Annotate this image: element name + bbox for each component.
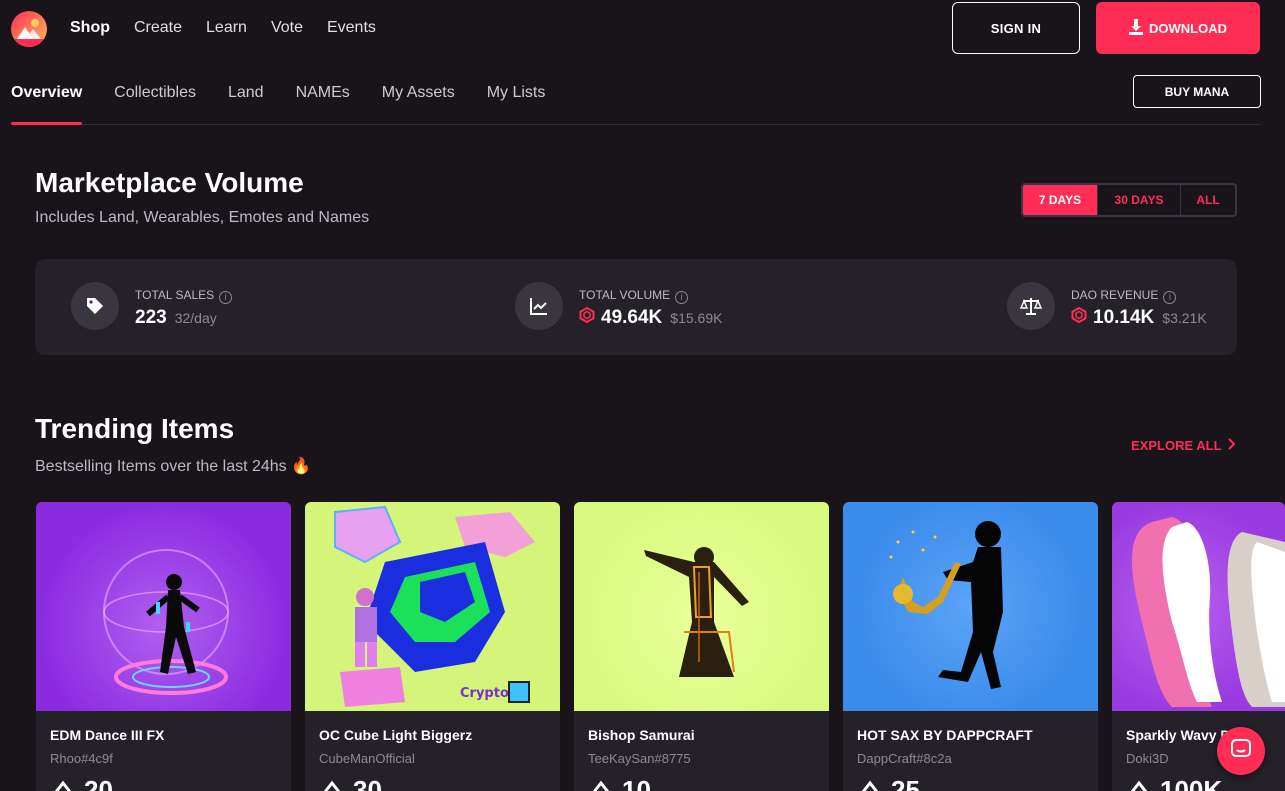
item-creator: CubeManOfficial [319,751,415,766]
marketplace-volume-title: Marketplace Volume [35,167,304,198]
item-name: Sparkly Wavy Pi [1126,727,1234,743]
tab-my-assets[interactable]: My Assets [382,82,455,104]
nav-vote[interactable]: Vote [271,18,303,38]
buy-mana-button[interactable]: BUY MANA [1133,75,1261,108]
item-price: 10 [622,775,651,791]
info-icon[interactable]: i [219,291,233,304]
tag-icon [71,282,119,330]
item-creator: TeeKaySan#8775 [588,751,691,766]
item-creator: DappCraft#8c2a [857,751,952,766]
chart-up-icon [515,282,563,330]
stat-subvalue: $15.69K [670,310,723,326]
info-icon[interactable]: i [1163,291,1177,304]
tabs-divider [11,124,1261,125]
stat-subvalue: $3.21K [1162,310,1207,326]
item-thumbnail [574,502,829,711]
stat-value: 223 [135,307,167,328]
tab-collectibles[interactable]: Collectibles [114,82,196,104]
mana-icon [588,775,614,791]
nav-learn[interactable]: Learn [206,18,247,38]
decentraland-logo[interactable] [11,11,47,47]
item-creator: Doki3D [1126,751,1169,766]
item-name: Bishop Samurai [588,727,695,743]
stat-subvalue: 32/day [174,310,217,326]
item-price: 20 [84,775,113,791]
active-tab-indicator [11,122,82,125]
main-nav: Shop Create Learn Vote Events [70,18,400,38]
item-thumbnail [843,502,1098,711]
nav-create[interactable]: Create [134,18,182,38]
marketplace-tabs: Overview Collectibles Land NAMEs My Asse… [11,82,577,104]
mana-icon [319,775,345,791]
trending-items-title: Trending Items [35,413,235,444]
nav-shop[interactable]: Shop [70,18,110,38]
range-30-days[interactable]: 30 DAYS [1098,185,1181,215]
chevron-right-icon [1227,438,1236,453]
mana-icon [579,306,595,329]
stat-label: TOTAL VOLUME [579,288,671,302]
stat-label: DAO REVENUE [1071,288,1159,302]
marketplace-volume-subtitle: Includes Land, Wearables, Emotes and Nam… [35,209,370,226]
item-creator: Rhoo#4c9f [50,751,113,766]
item-name: EDM Dance III FX [50,727,165,743]
sign-in-label: SIGN IN [990,20,1042,36]
nav-events[interactable]: Events [327,18,376,38]
item-price: 25 [891,775,920,791]
stat-value: 10.14K [1093,307,1155,328]
tab-land[interactable]: Land [228,82,264,104]
download-button[interactable]: DOWNLOAD [1096,2,1260,54]
stat-label: TOTAL SALES [135,288,215,302]
item-card[interactable]: EDM Dance III FX Rhoo#4c9f 20 [36,502,291,791]
chat-icon [1230,738,1252,765]
item-thumbnail [1112,502,1285,711]
item-price: 100K [1160,775,1223,791]
tab-names[interactable]: NAMEs [296,82,350,104]
mana-icon [1126,775,1152,791]
mana-icon [1071,306,1087,329]
tab-overview[interactable]: Overview [11,82,82,104]
mana-icon [50,775,76,791]
support-chat-button[interactable] [1217,727,1265,775]
range-7-days[interactable]: 7 DAYS [1023,185,1098,215]
range-all[interactable]: ALL [1181,185,1235,215]
item-name: HOT SAX BY DAPPCRAFT [857,727,1033,743]
time-range-selector: 7 DAYS 30 DAYS ALL [1021,183,1237,217]
item-name: OC Cube Light Biggerz [319,727,473,743]
buy-mana-label: BUY MANA [1164,84,1230,99]
item-card[interactable]: Bishop Samurai TeeKaySan#8775 10 [574,502,829,791]
item-card[interactable]: HOT SAX BY DAPPCRAFT DappCraft#8c2a 25 [843,502,1098,791]
info-icon[interactable]: i [675,291,689,304]
item-price: 30 [353,775,382,791]
item-thumbnail: Crypto [305,502,560,711]
top-navbar: Shop Create Learn Vote Events SIGN IN DO… [0,0,1285,58]
explore-all-label: EXPLORE ALL [1131,438,1222,453]
explore-all-link[interactable]: EXPLORE ALL [1131,438,1236,453]
svg-text:Crypto: Crypto [460,686,509,701]
download-icon [1129,18,1143,38]
sign-in-button[interactable]: SIGN IN [952,2,1080,54]
stats-card: TOTAL SALES i 223 32/day TOTAL VOLUME i 49… [35,259,1237,355]
stat-value: 49.64K [601,307,663,328]
download-label: DOWNLOAD [1149,20,1227,36]
mana-icon [857,775,883,791]
scale-icon [1007,282,1055,330]
tab-my-lists[interactable]: My Lists [487,82,546,104]
trending-items-subtitle: Bestselling Items over the last 24hs 🔥 [35,458,312,475]
item-card[interactable]: Crypto OC Cube Light Biggerz CubeManOffi… [305,502,560,791]
item-thumbnail [36,502,291,711]
